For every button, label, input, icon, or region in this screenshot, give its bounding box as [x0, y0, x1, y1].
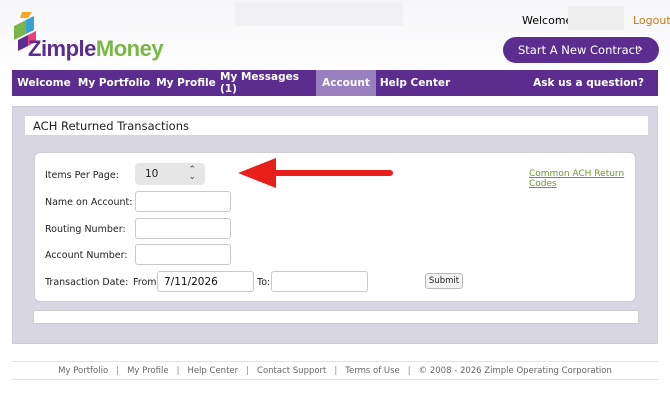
footer-separator: |	[246, 366, 250, 376]
items-per-page-select[interactable]: 10 ⌃ ⌄	[135, 163, 205, 185]
account-number-input[interactable]	[135, 244, 231, 265]
top-banner-placeholder	[235, 2, 403, 26]
footer-link-terms-of-use[interactable]: Terms of Use	[345, 366, 400, 376]
items-per-page-value: 10	[145, 168, 159, 180]
footer-separator: |	[407, 366, 411, 376]
footer-divider-bottom	[12, 379, 658, 380]
footer-link-help-center[interactable]: Help Center	[187, 366, 238, 376]
page-title: ACH Returned Transactions	[33, 119, 189, 133]
logo-text-money: Money	[95, 36, 164, 61]
page-title-bar: ACH Returned Transactions	[25, 116, 648, 136]
routing-number-input[interactable]	[135, 218, 231, 239]
start-new-contract-label: Start A New Contract	[518, 43, 640, 57]
logout-link[interactable]: Logout	[633, 14, 670, 27]
logo-text: ZimpleMoney	[28, 36, 164, 62]
account-number-label: Account Number:	[45, 250, 128, 261]
logo-text-zimple: Zimple	[28, 36, 96, 61]
name-on-account-input[interactable]	[135, 191, 231, 212]
items-per-page-label: Items Per Page:	[45, 170, 119, 181]
from-date-input[interactable]: 7/11/2026	[157, 271, 254, 292]
name-on-account-label: Name on Account:	[45, 197, 133, 208]
footer: My Portfolio | My Profile | Help Center | Cont…	[0, 366, 670, 376]
to-label: To:	[257, 277, 271, 288]
header: ZimpleMoney Welcome, Logout Start A New …	[0, 0, 670, 70]
nav-item-welcome[interactable]: Welcome	[12, 70, 76, 96]
results-bar	[33, 310, 639, 324]
chevron-right-icon: ›	[637, 41, 643, 57]
routing-number-label: Routing Number:	[45, 224, 126, 235]
footer-separator: |	[116, 366, 120, 376]
footer-link-contact-support[interactable]: Contact Support	[257, 366, 326, 376]
submit-button[interactable]: Submit	[425, 273, 463, 289]
main-nav: Welcome My Portfolio My Profile My Messa…	[12, 70, 658, 96]
footer-separator: |	[334, 366, 338, 376]
to-date-input[interactable]	[271, 271, 368, 292]
nav-item-my-messages[interactable]: My Messages (1)	[220, 70, 316, 96]
footer-link-my-profile[interactable]: My Profile	[127, 366, 169, 376]
user-name-placeholder	[568, 6, 624, 30]
start-new-contract-button[interactable]: Start A New Contract ›	[503, 37, 659, 63]
from-label: From:	[133, 277, 160, 288]
ask-question-link[interactable]: Ask us a question?	[533, 70, 644, 96]
nav-item-account[interactable]: Account	[316, 70, 376, 96]
transaction-date-label: Transaction Date:	[45, 277, 129, 288]
footer-divider	[12, 361, 658, 362]
footer-link-my-portfolio[interactable]: My Portfolio	[58, 366, 108, 376]
nav-item-my-portfolio[interactable]: My Portfolio	[76, 70, 152, 96]
select-arrows-icon: ⌃ ⌄	[188, 165, 196, 182]
footer-separator: |	[176, 366, 180, 376]
red-arrow-annotation-icon	[238, 158, 393, 188]
nav-item-my-profile[interactable]: My Profile	[152, 70, 220, 96]
common-ach-return-codes-link[interactable]: Common ACH Return Codes	[529, 169, 635, 189]
nav-item-help-center[interactable]: Help Center	[376, 70, 454, 96]
footer-copyright: © 2008 - 2026 Zimple Operating Corporati…	[418, 366, 612, 376]
